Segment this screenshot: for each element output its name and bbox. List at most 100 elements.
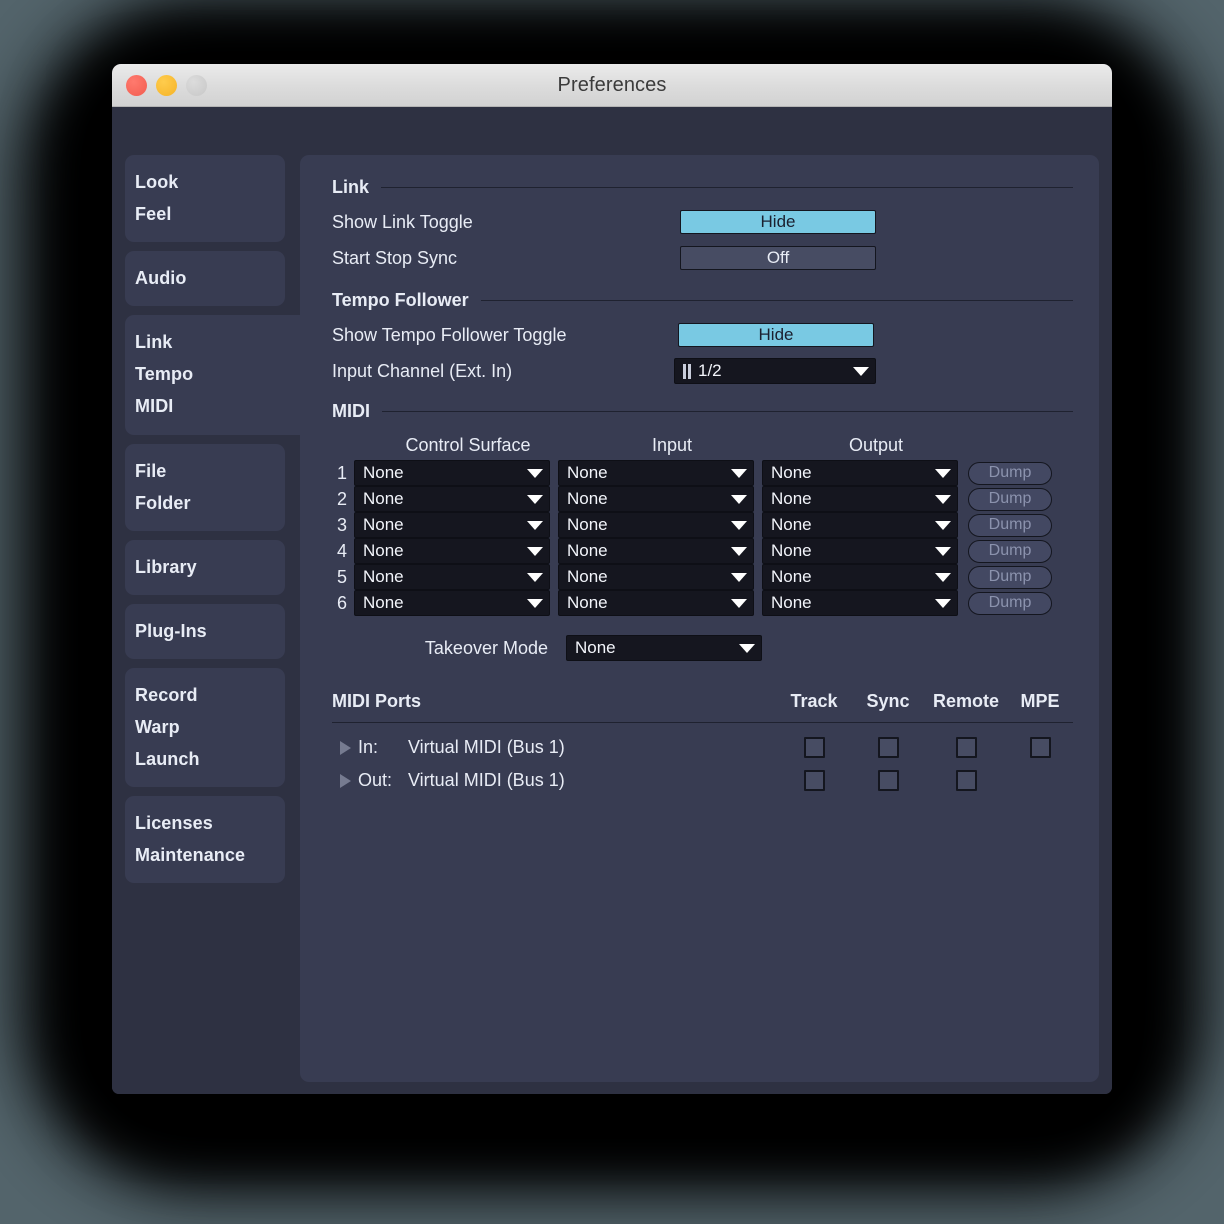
close-icon[interactable] — [126, 74, 147, 96]
control-surface-dropdown-1[interactable]: None — [354, 460, 550, 486]
control-surface-dropdown-2[interactable]: None — [354, 486, 550, 512]
preferences-content-panel: Link Show Link Toggle Hide Start Stop Sy… — [300, 155, 1099, 1082]
output-value-1: None — [771, 463, 812, 482]
sidebar-item-library[interactable]: Library — [125, 551, 285, 583]
table-row: 6 None None None Dump — [332, 590, 1073, 616]
input-channel-value: 1/2 — [698, 361, 722, 380]
dump-button-6[interactable]: Dump — [968, 591, 1052, 615]
sidebar-group-look-feel: Look Feel — [125, 155, 285, 243]
checkbox-out-sync[interactable] — [877, 770, 899, 791]
triangle-right-icon[interactable] — [332, 740, 358, 755]
control-surface-dropdown-6[interactable]: None — [354, 590, 550, 616]
chevron-down-icon — [527, 468, 543, 478]
sidebar: Look Feel Audio Link Tempo MIDI File Fol… — [125, 155, 313, 892]
sidebar-item-file[interactable]: File — [125, 455, 285, 487]
control-surface-dropdown-3[interactable]: None — [354, 512, 550, 538]
sidebar-item-warp[interactable]: Warp — [125, 711, 285, 743]
show-link-toggle-button[interactable]: Hide — [680, 210, 876, 234]
port-name-out: Virtual MIDI (Bus 1) — [408, 770, 565, 790]
sidebar-item-record[interactable]: Record — [125, 679, 285, 711]
takeover-mode-dropdown[interactable]: None — [566, 635, 762, 661]
zoom-icon[interactable] — [186, 74, 207, 96]
checkbox-out-remote[interactable] — [955, 770, 977, 791]
sidebar-group-link-tempo-midi: Link Tempo MIDI — [125, 315, 313, 435]
checkbox-in-remote[interactable] — [955, 737, 977, 758]
stereo-pair-icon — [683, 363, 691, 379]
sidebar-item-midi[interactable]: MIDI — [125, 390, 313, 422]
output-value-5: None — [771, 567, 812, 586]
input-dropdown-6[interactable]: None — [558, 590, 754, 616]
midi-control-surface-table: Control Surface Input Output 1 None None… — [332, 430, 1073, 616]
chevron-down-icon — [731, 598, 747, 608]
sidebar-item-feel[interactable]: Feel — [125, 198, 285, 230]
section-divider — [381, 187, 1073, 188]
output-dropdown-6[interactable]: None — [762, 590, 958, 616]
sidebar-item-licenses[interactable]: Licenses — [125, 807, 285, 839]
label-show-link-toggle: Show Link Toggle — [332, 211, 473, 232]
output-value-6: None — [771, 593, 812, 612]
output-value-2: None — [771, 489, 812, 508]
label-start-stop-sync: Start Stop Sync — [332, 247, 458, 268]
chevron-down-icon — [935, 546, 951, 556]
control-surface-value-1: None — [363, 463, 404, 482]
input-value-3: None — [567, 515, 608, 534]
section-title-tempo-follower: Tempo Follower — [332, 290, 469, 310]
sidebar-item-audio[interactable]: Audio — [125, 262, 285, 294]
dump-button-1[interactable]: Dump — [968, 461, 1052, 485]
sidebar-item-tempo[interactable]: Tempo — [125, 358, 313, 390]
input-channel-dropdown[interactable]: 1/2 — [674, 358, 876, 384]
chevron-down-icon — [731, 572, 747, 582]
section-divider — [332, 722, 1073, 723]
checkbox-in-sync[interactable] — [877, 737, 899, 758]
column-header-control-surface: Control Surface — [405, 434, 531, 455]
output-dropdown-2[interactable]: None — [762, 486, 958, 512]
chevron-down-icon — [935, 468, 951, 478]
dump-button-5[interactable]: Dump — [968, 565, 1052, 589]
output-dropdown-3[interactable]: None — [762, 512, 958, 538]
show-tempo-follower-toggle-button[interactable]: Hide — [678, 323, 874, 347]
input-dropdown-2[interactable]: None — [558, 486, 754, 512]
sidebar-group-record-warp-launch: Record Warp Launch — [125, 667, 285, 788]
chevron-down-icon — [527, 494, 543, 504]
sidebar-item-maintenance[interactable]: Maintenance — [125, 839, 285, 871]
table-row: 1 None None None Dump — [332, 460, 1073, 486]
sidebar-item-plug-ins[interactable]: Plug-Ins — [125, 615, 285, 647]
input-value-2: None — [567, 489, 608, 508]
input-dropdown-4[interactable]: None — [558, 538, 754, 564]
output-dropdown-4[interactable]: None — [762, 538, 958, 564]
sidebar-item-link[interactable]: Link — [125, 326, 313, 358]
dump-button-4[interactable]: Dump — [968, 539, 1052, 563]
port-direction-in: In: — [358, 737, 379, 757]
row-input-channel: Input Channel (Ext. In) 1/2 — [332, 353, 1073, 389]
port-direction-out: Out: — [358, 770, 393, 790]
column-header-input: Input — [651, 434, 693, 455]
dump-button-2[interactable]: Dump — [968, 487, 1052, 511]
start-stop-sync-button[interactable]: Off — [680, 246, 876, 270]
triangle-right-icon[interactable] — [332, 773, 358, 788]
control-surface-value-3: None — [363, 515, 404, 534]
sidebar-item-folder[interactable]: Folder — [125, 487, 285, 519]
dump-button-3[interactable]: Dump — [968, 513, 1052, 537]
section-header-midi: MIDI — [332, 401, 1073, 422]
checkbox-in-mpe[interactable] — [1029, 737, 1051, 758]
label-input-channel: Input Channel (Ext. In) — [332, 360, 513, 381]
output-dropdown-5[interactable]: None — [762, 564, 958, 590]
column-header-sync: Sync — [866, 691, 910, 711]
sidebar-item-look[interactable]: Look — [125, 166, 285, 198]
table-row: 4 None None None Dump — [332, 538, 1073, 564]
output-value-3: None — [771, 515, 812, 534]
input-dropdown-5[interactable]: None — [558, 564, 754, 590]
checkbox-in-track[interactable] — [803, 737, 825, 758]
chevron-down-icon — [527, 598, 543, 608]
minimize-icon[interactable] — [156, 74, 177, 96]
chevron-down-icon — [731, 494, 747, 504]
control-surface-dropdown-4[interactable]: None — [354, 538, 550, 564]
input-dropdown-1[interactable]: None — [558, 460, 754, 486]
sidebar-item-launch[interactable]: Launch — [125, 743, 285, 775]
column-header-track: Track — [790, 691, 838, 711]
midi-ports-section: MIDI Ports Track Sync Remote MPE In: Vir… — [332, 684, 1073, 797]
output-dropdown-1[interactable]: None — [762, 460, 958, 486]
control-surface-dropdown-5[interactable]: None — [354, 564, 550, 590]
checkbox-out-track[interactable] — [803, 770, 825, 791]
input-dropdown-3[interactable]: None — [558, 512, 754, 538]
